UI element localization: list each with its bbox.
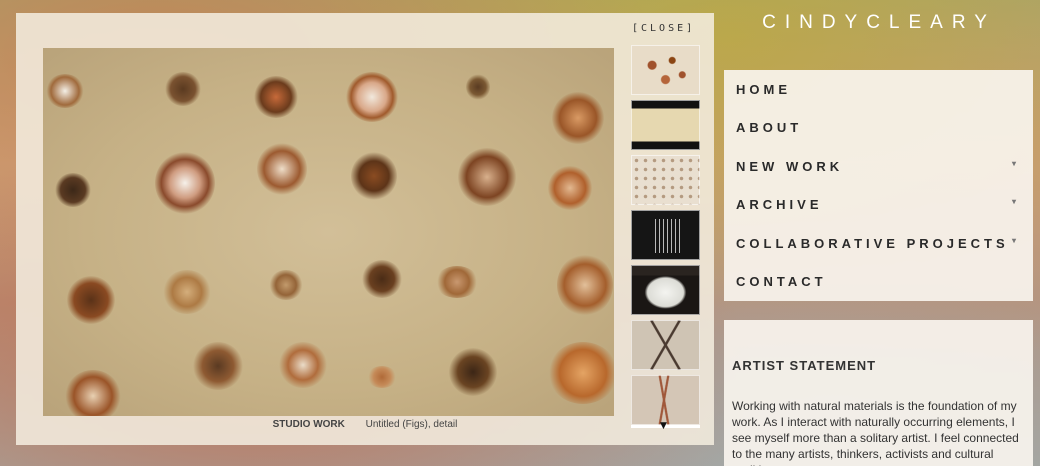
close-button[interactable]: [CLOSE] (632, 23, 695, 34)
thumb-figs-spots[interactable] (631, 45, 700, 95)
site-brand[interactable]: CINDYCLEARY (724, 12, 1034, 34)
thumb-roots[interactable] (631, 375, 700, 425)
chevron-down-icon[interactable]: ▾ (1012, 236, 1020, 245)
statement-body: Working with natural materials is the fo… (732, 399, 1019, 466)
thumb-dotted-paper[interactable] (631, 155, 700, 205)
thumb-white-mass[interactable] (631, 265, 700, 315)
main-nav: HOME ABOUT NEW WORK ▾ ARCHIVE ▾ COLLABORAT… (724, 70, 1033, 301)
nav-item-home[interactable]: HOME (736, 82, 1026, 97)
thumbnail-strip (631, 45, 700, 430)
nav-item-contact[interactable]: CONTACT (736, 274, 1026, 289)
statement-heading: ARTIST STATEMENT (732, 358, 877, 373)
thumb-dried-branches[interactable] (631, 320, 700, 370)
down-triangle-icon[interactable]: ▼ (660, 421, 667, 431)
artist-statement: ARTIST STATEMENT Working with natural ma… (724, 320, 1033, 466)
nav-item-label: ABOUT (736, 120, 803, 135)
nav-item-new-work[interactable]: NEW WORK ▾ (736, 159, 1026, 174)
lightbox: STUDIO WORK Untitled (Figs), detail [CLO… (16, 13, 714, 445)
nav-item-label: ARCHIVE (736, 197, 823, 212)
chevron-down-icon[interactable]: ▾ (1012, 197, 1020, 206)
nav-item-about[interactable]: ABOUT (736, 120, 1026, 135)
nav-item-label: HOME (736, 82, 791, 97)
nav-item-label: CONTACT (736, 274, 827, 289)
caption-title: Untitled (Figs), detail (365, 419, 458, 430)
thumb-scroll-paper[interactable] (631, 100, 700, 150)
nav-item-label: NEW WORK (736, 159, 844, 174)
artwork-image (43, 48, 614, 416)
chevron-down-icon[interactable]: ▾ (1012, 159, 1020, 168)
image-caption: STUDIO WORK Untitled (Figs), detail (16, 419, 714, 430)
nav-item-label: COLLABORATIVE PROJECTS (736, 236, 1009, 251)
nav-item-archive[interactable]: ARCHIVE ▾ (736, 197, 1026, 212)
thumb-wire-cage[interactable] (631, 210, 700, 260)
nav-item-collaborative-projects[interactable]: COLLABORATIVE PROJECTS ▾ (736, 236, 1026, 251)
caption-section: STUDIO WORK (272, 419, 345, 430)
